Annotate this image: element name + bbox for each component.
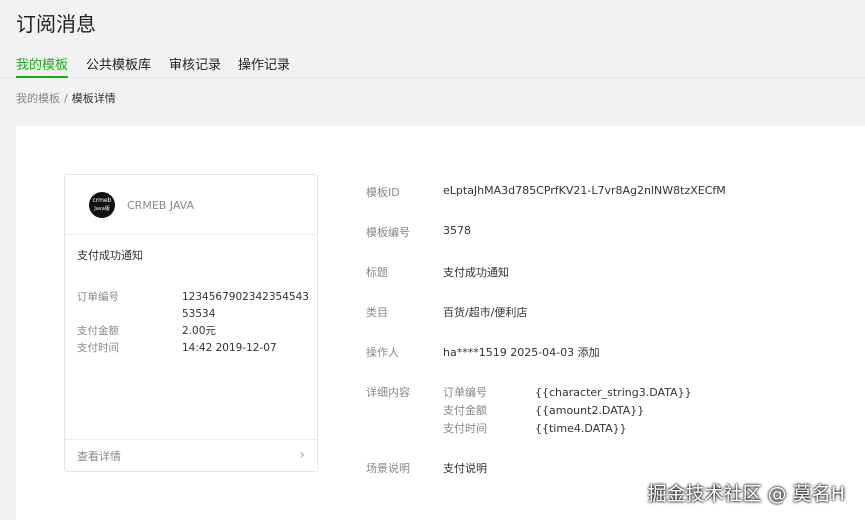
title-value: 支付成功通知	[443, 266, 509, 279]
tab-my-templates[interactable]: 我的模板	[16, 54, 69, 78]
breadcrumb: 我的模板 / 模板详情	[16, 90, 116, 106]
detail-label: 详细内容	[366, 386, 410, 399]
detail-label: 类目	[366, 306, 388, 319]
keyword-label: 订单编号	[443, 386, 487, 399]
logo-text: crmeb	[92, 197, 112, 204]
field-value: 123456790234235454353534	[182, 291, 309, 320]
detail-row-category: 类目 百货/超市/便利店	[366, 304, 527, 320]
card-field-row: 订单编号 123456790234235454353534	[77, 289, 309, 323]
keyword-row: 支付时间 {{time4.DATA}}	[443, 420, 692, 438]
detail-row-template-no: 模板编号 3578	[366, 224, 471, 240]
keyword-label: 支付金额	[443, 404, 487, 417]
detail-label: 模板ID	[366, 186, 400, 199]
breadcrumb-parent[interactable]: 我的模板	[16, 92, 60, 105]
operator-value: ha****1519 2025-04-03 添加	[443, 346, 600, 359]
detail-label: 操作人	[366, 346, 399, 359]
account-name: CRMEB JAVA	[127, 199, 195, 212]
tab-review-records[interactable]: 审核记录	[169, 54, 221, 78]
breadcrumb-current: 模板详情	[71, 92, 116, 105]
logo-subtext: Java版	[94, 206, 110, 212]
template-id-value: eLptaJhMA3d785CPrfKV21-L7vr8Ag2nlNW8tzXE…	[443, 184, 726, 197]
field-label: 支付时间	[77, 342, 119, 354]
tab-public-library[interactable]: 公共模板库	[86, 54, 151, 78]
keyword-label: 支付时间	[443, 422, 487, 435]
detail-row-content: 详细内容 订单编号 {{character_string3.DATA}} 支付金…	[366, 384, 692, 438]
template-no-value: 3578	[443, 224, 471, 237]
field-value: 2.00元	[182, 325, 216, 337]
detail-row-scene: 场景说明 支付说明	[366, 460, 487, 476]
keyword-row: 支付金额 {{amount2.DATA}}	[443, 402, 692, 420]
content-keywords: 订单编号 {{character_string3.DATA}} 支付金额 {{a…	[443, 384, 692, 438]
card-fields: 订单编号 123456790234235454353534 支付金额 2.00元…	[77, 289, 309, 357]
field-label: 支付金额	[77, 325, 119, 337]
detail-label: 模板编号	[366, 226, 410, 239]
view-details-link[interactable]: 查看详情 ›	[65, 439, 317, 471]
keyword-row: 订单编号 {{character_string3.DATA}}	[443, 384, 692, 402]
detail-row-title: 标题 支付成功通知	[366, 264, 509, 280]
page-title: 订阅消息	[16, 12, 96, 36]
detail-label: 场景说明	[366, 462, 410, 475]
watermark: 掘金技术社区 @ 莫名H	[647, 483, 845, 505]
card-header: crmeb Java版 CRMEB JAVA	[65, 175, 317, 235]
card-field-row: 支付时间 14:42 2019-12-07	[77, 340, 309, 357]
detail-row-operator: 操作人 ha****1519 2025-04-03 添加	[366, 344, 600, 360]
tab-bar: 我的模板 公共模板库 审核记录 操作记录	[0, 50, 865, 78]
category-value: 百货/超市/便利店	[443, 306, 528, 319]
card-field-row: 支付金额 2.00元	[77, 323, 309, 340]
detail-row-template-id: 模板ID eLptaJhMA3d785CPrfKV21-L7vr8Ag2nlNW…	[366, 184, 726, 200]
card-title: 支付成功通知	[77, 249, 143, 262]
keyword-value: {{amount2.DATA}}	[535, 404, 645, 417]
content-panel: crmeb Java版 CRMEB JAVA 支付成功通知 订单编号 12345…	[16, 126, 865, 520]
tab-operation-records[interactable]: 操作记录	[238, 54, 290, 78]
message-preview-card: crmeb Java版 CRMEB JAVA 支付成功通知 订单编号 12345…	[64, 174, 318, 472]
chevron-right-icon: ›	[299, 447, 305, 463]
breadcrumb-separator: /	[64, 92, 68, 105]
detail-label: 标题	[366, 266, 388, 279]
field-label: 订单编号	[77, 291, 119, 303]
keyword-value: {{time4.DATA}}	[535, 422, 627, 435]
keyword-value: {{character_string3.DATA}}	[535, 386, 692, 399]
crmeb-logo: crmeb Java版	[89, 192, 115, 218]
field-value: 14:42 2019-12-07	[182, 342, 277, 354]
view-details-label: 查看详情	[77, 450, 121, 463]
scene-value: 支付说明	[443, 462, 487, 475]
